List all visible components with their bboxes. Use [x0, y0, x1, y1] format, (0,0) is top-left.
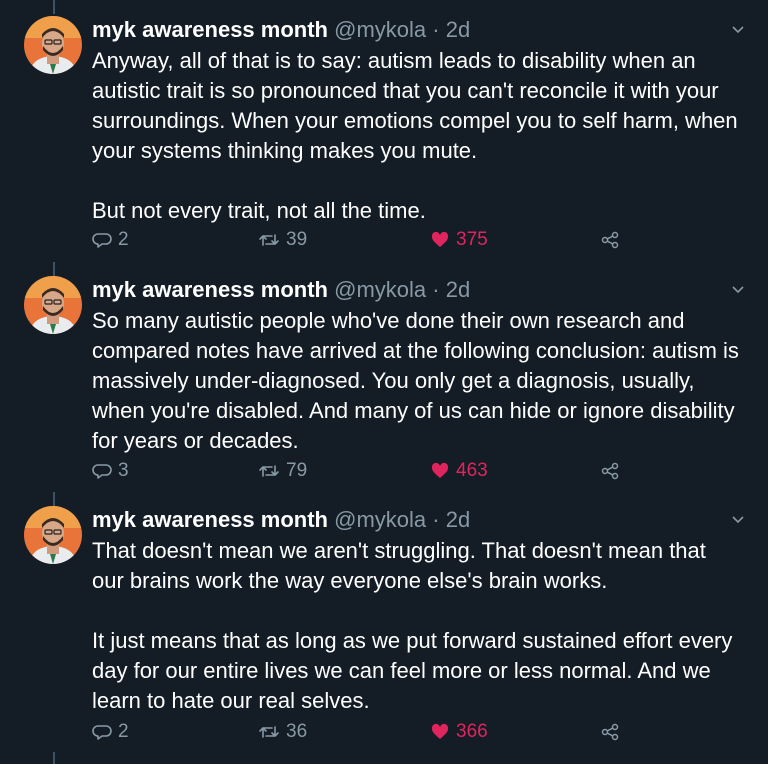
heart-icon: [431, 462, 449, 478]
tweet-actions: 2 36 366: [92, 720, 752, 744]
thread-line: [53, 752, 55, 764]
like-count: 375: [456, 229, 488, 250]
retweet-count: 39: [286, 229, 308, 250]
like-button[interactable]: 463: [430, 459, 488, 483]
share-icon: [601, 231, 619, 249]
reply-icon: [92, 464, 112, 479]
tweet-paragraph: It just means that as long as we put for…: [92, 628, 733, 713]
tweet[interactable]: myk awareness month @mykola · 2d So many…: [0, 276, 768, 486]
tweet-actions: 3 79 463: [92, 459, 752, 483]
retweet-button[interactable]: 36: [258, 720, 307, 744]
heart-icon: [431, 723, 449, 739]
tweet-paragraph: But not every trait, not all the time.: [92, 198, 426, 223]
retweet-icon: [259, 234, 279, 246]
thread-line: [53, 262, 55, 276]
chevron-down-icon[interactable]: [730, 282, 746, 298]
like-button[interactable]: 375: [430, 228, 488, 252]
tweet-actions: 2 39 375: [92, 228, 752, 252]
tweet-paragraph: That doesn't mean we aren't struggling. …: [92, 538, 706, 593]
reply-icon: [92, 233, 112, 248]
chevron-down-icon[interactable]: [730, 22, 746, 38]
retweet-count: 79: [286, 460, 308, 481]
share-button[interactable]: [600, 228, 626, 252]
timestamp[interactable]: 2d: [446, 17, 470, 42]
tweet-text: That doesn't mean we aren't struggling. …: [92, 536, 742, 716]
user-handle[interactable]: @mykola: [334, 17, 426, 42]
timeline: myk awareness month @mykola · 2d Anyway,…: [0, 0, 768, 764]
avatar[interactable]: [24, 276, 82, 334]
avatar[interactable]: [24, 16, 82, 74]
chevron-down-icon[interactable]: [730, 512, 746, 528]
retweet-count: 36: [286, 721, 308, 742]
share-button[interactable]: [600, 459, 626, 483]
separator-dot: ·: [432, 277, 440, 302]
avatar[interactable]: [24, 506, 82, 564]
tweet-paragraph: Anyway, all of that is to say: autism le…: [92, 48, 738, 163]
reply-count: 2: [118, 229, 129, 250]
tweet-paragraph: So many autistic people who've done thei…: [92, 308, 739, 453]
retweet-icon: [259, 726, 279, 738]
thread-line: [53, 0, 55, 14]
like-count: 366: [456, 721, 488, 742]
tweet[interactable]: myk awareness month @mykola · 2d That do…: [0, 506, 768, 746]
reply-count: 2: [118, 721, 129, 742]
share-button[interactable]: [600, 720, 626, 744]
display-name[interactable]: myk awareness month: [92, 277, 328, 302]
thread-line: [53, 492, 55, 506]
display-name[interactable]: myk awareness month: [92, 17, 328, 42]
like-count: 463: [456, 460, 488, 481]
tweet-header: myk awareness month @mykola · 2d: [92, 16, 470, 44]
display-name[interactable]: myk awareness month: [92, 507, 328, 532]
retweet-button[interactable]: 39: [258, 228, 307, 252]
reply-button[interactable]: 2: [92, 228, 129, 252]
separator-dot: ·: [432, 507, 440, 532]
tweet-text: So many autistic people who've done thei…: [92, 306, 742, 456]
retweet-button[interactable]: 79: [258, 459, 307, 483]
reply-button[interactable]: 3: [92, 459, 129, 483]
share-icon: [601, 462, 619, 480]
retweet-icon: [259, 465, 279, 477]
tweet-header: myk awareness month @mykola · 2d: [92, 276, 470, 304]
user-handle[interactable]: @mykola: [334, 507, 426, 532]
reply-count: 3: [118, 460, 129, 481]
tweet-header: myk awareness month @mykola · 2d: [92, 506, 470, 534]
separator-dot: ·: [432, 17, 440, 42]
reply-icon: [92, 725, 112, 740]
heart-icon: [431, 231, 449, 247]
tweet[interactable]: myk awareness month @mykola · 2d Anyway,…: [0, 16, 768, 256]
tweet-text: Anyway, all of that is to say: autism le…: [92, 46, 742, 226]
timestamp[interactable]: 2d: [446, 277, 470, 302]
like-button[interactable]: 366: [430, 720, 488, 744]
share-icon: [601, 723, 619, 741]
timestamp[interactable]: 2d: [446, 507, 470, 532]
reply-button[interactable]: 2: [92, 720, 129, 744]
user-handle[interactable]: @mykola: [334, 277, 426, 302]
